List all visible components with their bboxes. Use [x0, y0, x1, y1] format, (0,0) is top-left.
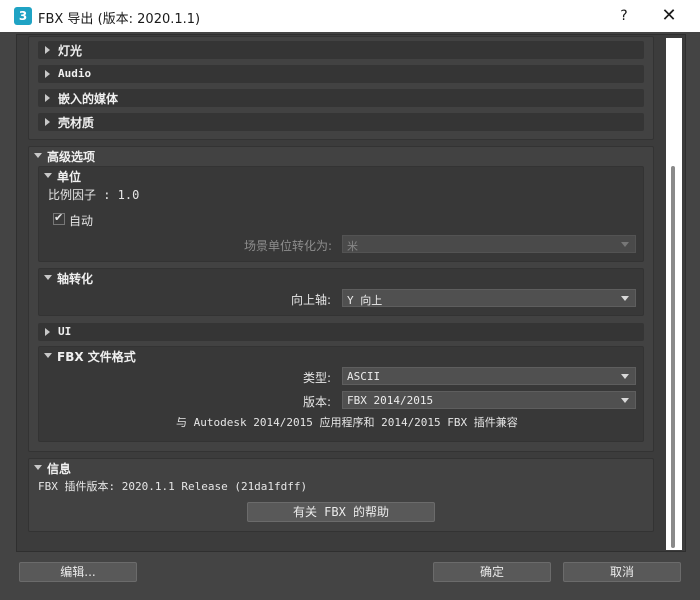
edit-button[interactable]: 编辑... [19, 562, 137, 582]
scale-factor-text: 比例因子 : 1.0 [48, 188, 140, 202]
collapse-arrow-icon [34, 153, 42, 158]
expand-arrow-icon [45, 94, 50, 102]
up-axis-dropdown[interactable]: Y 向上 [342, 289, 636, 307]
rollout-embedded-media[interactable]: 嵌入的媒体 [38, 89, 644, 107]
collapse-arrow-icon [34, 465, 42, 470]
scrollbar-thumb[interactable] [671, 166, 675, 548]
title-bar: 3 FBX 导出 (版本: 2020.1.1) ? ✕ [0, 0, 700, 32]
rollout-label: UI [58, 325, 72, 338]
plugin-version-text: FBX 插件版本: 2020.1.1 Release (21da1fdff) [38, 480, 308, 493]
fbx-format-header[interactable]: FBX 文件格式 [40, 348, 240, 364]
format-version-dropdown[interactable]: FBX 2014/2015 [342, 391, 636, 409]
auto-units-label: 自动 [69, 214, 94, 228]
rollout-shell-material[interactable]: 壳材质 [38, 113, 644, 131]
rollout-audio[interactable]: Audio [38, 65, 644, 83]
checkmark-icon: ✔ [54, 211, 64, 224]
rollout-ui[interactable]: UI [38, 323, 644, 341]
advanced-options-header[interactable]: 高级选项 [30, 148, 330, 164]
collapse-arrow-icon [44, 353, 52, 358]
auto-units-checkbox[interactable]: ✔ [53, 211, 65, 225]
expand-arrow-icon [45, 70, 50, 78]
units-header[interactable]: 单位 [40, 168, 240, 184]
chevron-down-icon [621, 296, 629, 301]
window-title: FBX 导出 (版本: 2020.1.1) [38, 12, 201, 27]
fbx-format-label: FBX 文件格式 [57, 350, 136, 364]
chevron-down-icon [621, 242, 629, 247]
help-icon[interactable]: ? [612, 5, 636, 27]
format-type-dropdown[interactable]: ASCII [342, 367, 636, 385]
scene-units-label: 场景单位转化为: [244, 239, 333, 253]
collapse-arrow-icon [44, 275, 52, 280]
dropdown-value: FBX 2014/2015 [347, 394, 434, 407]
axis-conversion-label: 轴转化 [57, 272, 94, 286]
rollout-label: 壳材质 [58, 116, 95, 130]
rollout-label: 灯光 [58, 44, 83, 58]
compatibility-note: 与 Autodesk 2014/2015 应用程序和 2014/2015 FBX… [176, 416, 518, 429]
rollout-label: 嵌入的媒体 [58, 92, 119, 106]
collapse-arrow-icon [44, 173, 52, 178]
dropdown-value: ASCII [347, 370, 381, 383]
chevron-down-icon [621, 398, 629, 403]
chevron-down-icon [621, 374, 629, 379]
axis-conversion-header[interactable]: 轴转化 [40, 270, 240, 286]
rollout-label: Audio [58, 67, 92, 80]
advanced-options-label: 高级选项 [47, 150, 96, 164]
units-label: 单位 [57, 170, 82, 184]
info-label: 信息 [47, 462, 72, 476]
expand-arrow-icon [45, 46, 50, 54]
dropdown-value: Y 向上 [347, 294, 383, 307]
scene-units-dropdown: 米 [342, 235, 636, 253]
cancel-button[interactable]: 取消 [563, 562, 681, 582]
dropdown-value: 米 [347, 240, 358, 253]
close-icon[interactable]: ✕ [654, 4, 684, 28]
fbx-help-button[interactable]: 有关 FBX 的帮助 [247, 502, 435, 522]
info-header[interactable]: 信息 [30, 460, 230, 476]
format-version-label: 版本: [303, 395, 332, 409]
ok-button[interactable]: 确定 [433, 562, 551, 582]
app-icon: 3 [14, 7, 32, 25]
rollout-lights[interactable]: 灯光 [38, 41, 644, 59]
format-type-label: 类型: [303, 371, 332, 385]
up-axis-label: 向上轴: [291, 293, 332, 307]
expand-arrow-icon [45, 328, 50, 336]
vertical-scrollbar[interactable] [666, 38, 682, 550]
expand-arrow-icon [45, 118, 50, 126]
